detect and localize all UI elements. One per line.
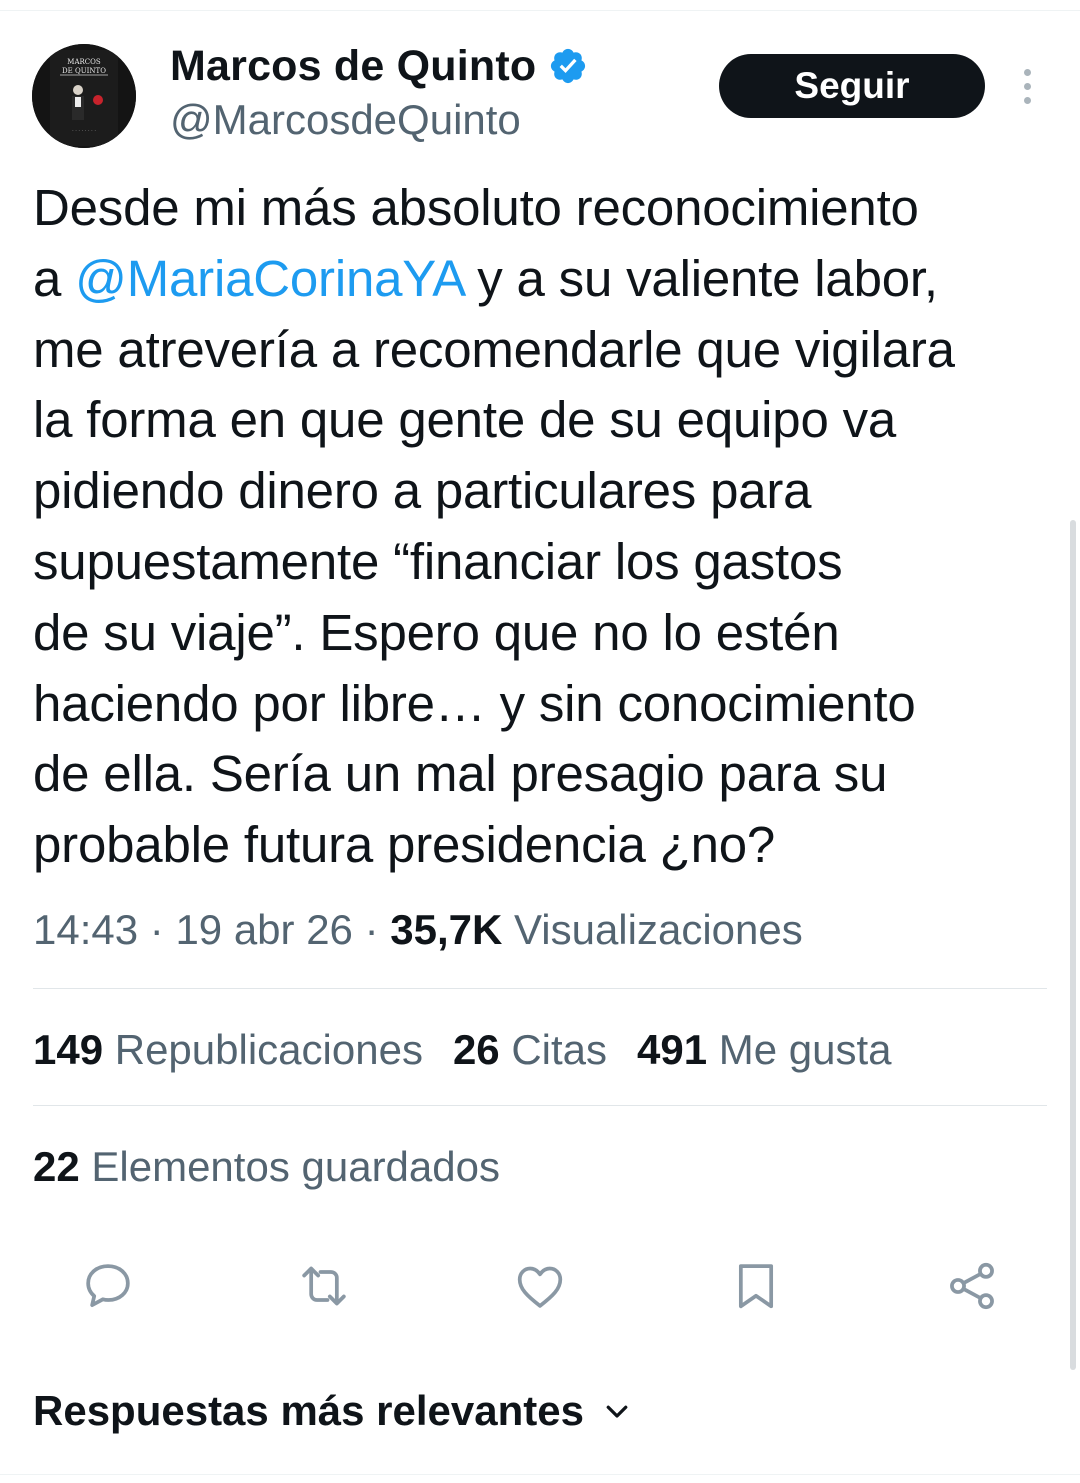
dot [1023,68,1031,76]
tweet-text-segment: me atrevería a recomendarle que vigilara [33,320,955,378]
bottom-divider [0,1474,1080,1475]
quotes-count: 26 [452,1026,500,1073]
tweet-text-segment: Desde mi más absoluto reconocimiento [33,179,919,236]
avatar[interactable]: MARCOS DE QUINTO · · · · · · · · [32,44,136,148]
like-button[interactable] [512,1258,568,1314]
tweet-line: de ella. Sería un mal presagio para su [33,739,1063,810]
tweet-line: Desde mi más absoluto reconocimiento [33,173,1063,244]
replies-sort-dropdown[interactable]: Respuestas más relevantes [33,1383,632,1439]
tweet-line: probable futura presidencia ¿no? [33,810,1063,881]
dot [1023,82,1031,90]
tweet-line: a @MariaCorinaYA y a su valiente labor, [33,244,1063,315]
share-icon [950,1262,994,1310]
tweet-text-segment: a [33,249,76,307]
reposts-stat[interactable]: 149 Republicaciones [33,1020,423,1080]
tweet-line: me atrevería a recomendarle que vigilara [33,315,1063,386]
replies-sort-label: Respuestas más relevantes [33,1387,584,1434]
views-count[interactable]: 35,7K [390,906,502,953]
tweet-text-segment: haciendo por libre… y sin conocimiento [33,674,916,732]
reply-button[interactable] [80,1258,136,1314]
engagement-stats: 149 Republicaciones 26 Citas 491 Me gusta [33,1020,922,1080]
tweet-line: de su viaje”. Espero que no lo estén [33,598,1063,669]
top-divider [0,10,1080,11]
divider [33,988,1047,989]
bookmark-icon [738,1264,774,1309]
bookmarks-label: Elementos guardados [79,1143,500,1190]
chevron-down-icon [606,1405,628,1418]
repost-icon [302,1266,346,1306]
mention-link[interactable]: @MariaCorinaYA [75,250,463,307]
dot [1023,96,1031,104]
tweet-time[interactable]: 14:43 [33,906,138,953]
display-name-row: Marcos de Quinto [170,38,588,94]
display-name[interactable]: Marcos de Quinto [170,42,536,91]
repost-button[interactable] [296,1258,352,1314]
reposts-count: 149 [33,1026,104,1073]
svg-text:DE QUINTO: DE QUINTO [62,67,106,75]
meta-separator: · [138,906,176,953]
tweet-line: la forma en que gente de su equipo va [33,385,1063,456]
likes-label: Me gusta [707,1026,892,1073]
tweet-meta: 14:43 · 19 abr 26 · 35,7K Visualizacione… [33,900,803,960]
meta-separator: · [352,906,391,953]
svg-text:· · · · · · · ·: · · · · · · · · [72,128,96,134]
views-label[interactable]: Visualizaciones [502,906,803,953]
verified-badge-icon[interactable] [548,46,588,86]
likes-stat[interactable]: 491 Me gusta [637,1020,892,1080]
tweet-date[interactable]: 19 abr 26 [175,906,352,953]
quotes-stat[interactable]: 26 Citas [453,1020,607,1080]
tweet-line: pidiendo dinero a particulares para [33,456,1063,527]
reposts-label: Republicaciones [103,1026,423,1073]
bookmarks-count: 22 [33,1143,80,1190]
reply-icon [86,1264,130,1307]
more-options-icon[interactable] [1010,64,1044,108]
tweet-text-segment: y a su valiente labor, [463,249,938,307]
svg-text:MARCOS: MARCOS [67,58,101,66]
follow-button[interactable]: Seguir [719,54,985,118]
tweet-text-segment: de ella. Sería un mal presagio para su [33,745,888,803]
likes-count: 491 [637,1026,708,1073]
tweet-text-segment: de su viaje”. Espero que no lo estén [33,603,840,661]
tweet-text-segment: la forma en que gente de su equipo va [33,391,897,449]
quotes-label: Citas [499,1026,608,1073]
tweet-line: haciendo por libre… y sin conocimiento [33,669,1063,740]
tweet-text-segment: pidiendo dinero a particulares para [33,462,812,520]
bookmarks-stat[interactable]: 22 Elementos guardados [33,1137,500,1197]
divider [33,1105,1047,1106]
user-handle[interactable]: @MarcosdeQuinto [170,96,521,144]
like-icon [517,1266,563,1308]
tweet-text: Desde mi más absoluto reconocimiento a @… [33,173,1063,881]
tweet-text-segment: supuestamente “financiar los gastos [33,532,843,590]
scrollbar[interactable] [1070,520,1076,1370]
tweet-line: supuestamente “financiar los gastos [33,527,1063,598]
share-button[interactable] [944,1258,1000,1314]
tweet-text-segment: probable futura presidencia ¿no? [33,816,776,874]
avatar-image: MARCOS DE QUINTO · · · · · · · · [32,44,136,148]
bookmark-button[interactable] [728,1258,784,1314]
